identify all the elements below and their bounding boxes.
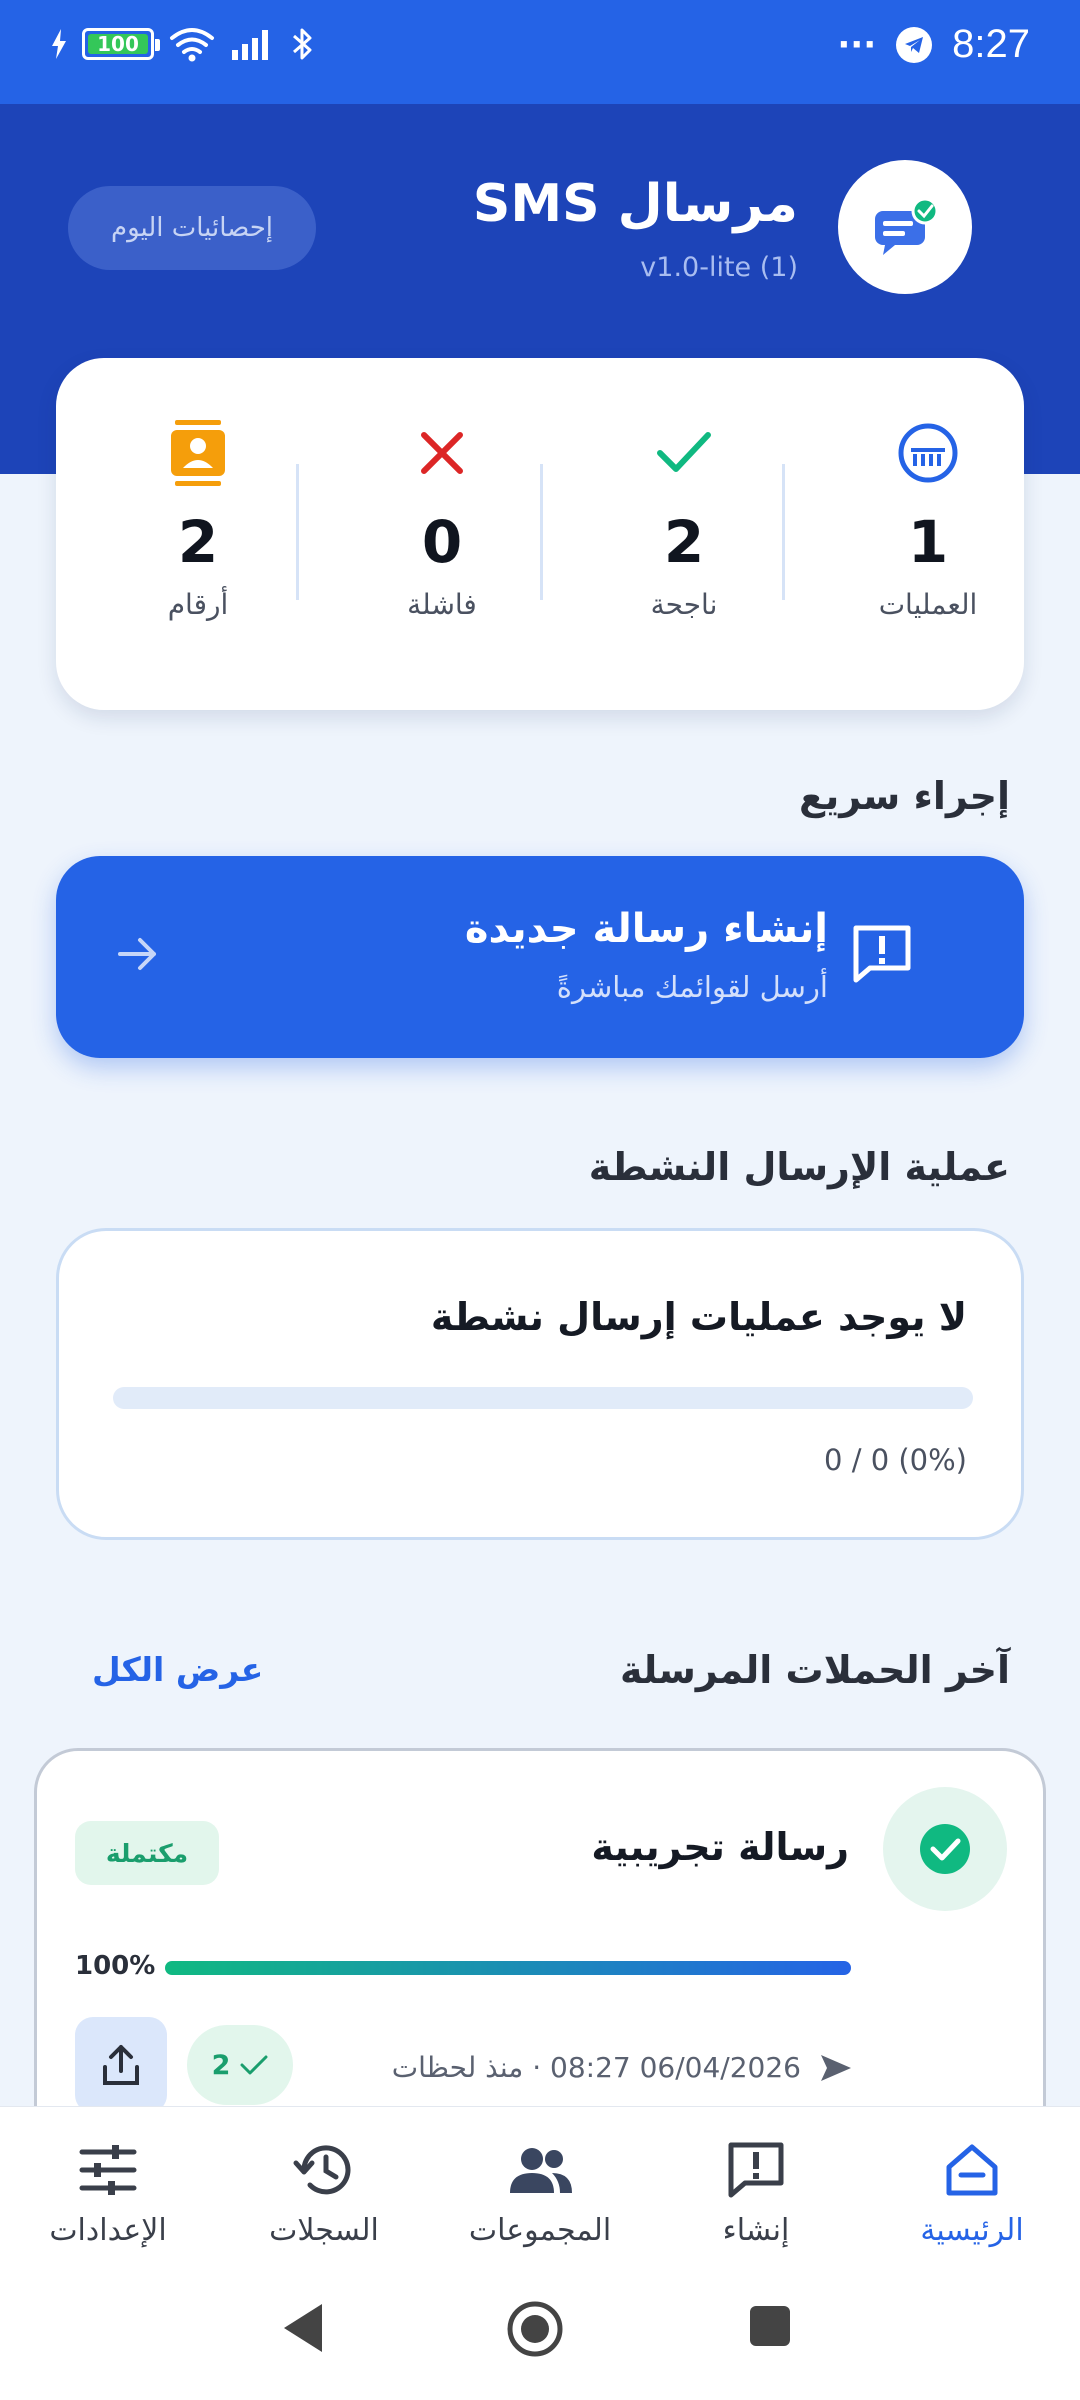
groups-icon [510, 2148, 572, 2193]
app-title: مرسال SMS [472, 174, 798, 234]
check-icon [240, 2055, 268, 2075]
app-version: v1.0-lite (1) [640, 252, 798, 283]
nav-history[interactable]: السجلات [216, 2135, 432, 2248]
campaign-card[interactable]: رسالة تجريبية مكتملة 100% 06/04/2026 08:… [34, 1748, 1046, 2168]
stat-operations: 1 العمليات [828, 418, 1028, 621]
nav-compose[interactable]: إنشاء [648, 2135, 864, 2248]
charging-icon [52, 29, 66, 59]
nav-settings[interactable]: الإعدادات [0, 2135, 216, 2248]
stat-value: 0 [421, 508, 463, 576]
bottom-nav: الرئيسية إنشاء المجموعات السجلات الإعداد… [0, 2106, 1080, 2266]
stat-numbers: 2 أرقام [98, 418, 298, 621]
active-send-progress [113, 1387, 973, 1409]
settings-icon [79, 2145, 137, 2195]
campaign-percent: 100% [75, 1951, 156, 1981]
check-circle-icon [920, 1824, 970, 1874]
view-all-link[interactable]: عرض الكل [92, 1650, 263, 1689]
nav-label: المجموعات [468, 2213, 612, 2248]
chat-check-icon [875, 197, 939, 255]
campaign-progress [165, 1961, 851, 1975]
active-send-card: لا يوجد عمليات إرسال نشطة 0 / 0 (0%) [56, 1228, 1024, 1540]
campaign-status-icon [883, 1787, 1007, 1911]
new-message-card[interactable]: إنشاء رسالة جديدة أرسل لقوائمك مباشرةً [56, 856, 1024, 1058]
status-icons-left: 100 [50, 26, 316, 62]
quick-action-title: إجراء سريع [799, 774, 1010, 818]
nav-label: الإعدادات [49, 2213, 167, 2248]
battery-icon: 100 [82, 28, 160, 60]
operations-icon [898, 423, 958, 483]
recent-campaigns-title: آخر الحملات المرسلة [619, 1648, 1010, 1692]
message-alert-icon [853, 925, 911, 983]
check-icon [657, 432, 711, 472]
status-icons-right: ··· 8:27 [837, 22, 1030, 67]
stat-label: أرقام [167, 588, 229, 621]
sent-count: 2 [211, 2049, 231, 2081]
more-notifications-icon: ··· [837, 24, 877, 65]
back-icon[interactable] [280, 2300, 326, 2356]
active-send-status: لا يوجد عمليات إرسال نشطة [430, 1295, 967, 1339]
stats-card: 1 العمليات 2 ناجحة 0 فاشلة 2 أرقام [56, 358, 1024, 710]
export-button[interactable] [75, 2017, 167, 2113]
send-icon [821, 2054, 851, 2081]
stat-label: فاشلة [407, 588, 477, 621]
system-nav-bar [0, 2266, 1080, 2400]
app-logo [838, 160, 972, 294]
clock: 8:27 [952, 22, 1030, 66]
close-icon [421, 432, 463, 474]
stat-success: 2 ناجحة [584, 418, 784, 621]
new-message-title: إنشاء رسالة جديدة [464, 906, 828, 952]
stat-value: 2 [663, 508, 705, 576]
new-message-subtitle: أرسل لقوائمك مباشرةً [556, 970, 828, 1004]
today-stats-button[interactable]: إحصائيات اليوم [68, 186, 316, 270]
nav-label: الرئيسية [920, 2213, 1024, 2248]
campaign-meta: 06/04/2026 08:27 · منذ لحظات [392, 2051, 853, 2084]
signal-icon [232, 30, 268, 60]
campaign-status-badge: مكتملة [75, 1821, 219, 1885]
wifi-icon [170, 28, 214, 62]
telegram-icon [896, 26, 933, 63]
recents-icon[interactable] [748, 2304, 792, 2348]
bluetooth-icon [293, 28, 312, 60]
contact-icon [171, 420, 225, 486]
arrow-right-icon [118, 938, 156, 970]
stat-label: العمليات [878, 588, 978, 621]
active-send-title: عملية الإرسال النشطة [588, 1145, 1010, 1189]
campaign-sent-count: 2 [187, 2025, 293, 2105]
share-icon [103, 2045, 139, 2085]
stat-label: ناجحة [650, 588, 718, 621]
compose-icon [728, 2142, 784, 2198]
history-icon [293, 2145, 351, 2195]
stat-value: 1 [907, 508, 949, 576]
nav-label: إنشاء [722, 2213, 790, 2248]
nav-label: السجلات [269, 2213, 379, 2248]
stat-failed: 0 فاشلة [342, 418, 542, 621]
nav-home[interactable]: الرئيسية [864, 2135, 1080, 2248]
campaign-date: 06/04/2026 08:27 · منذ لحظات [391, 2051, 801, 2084]
nav-groups[interactable]: المجموعات [432, 2135, 648, 2248]
campaign-name: رسالة تجريبية [591, 1825, 849, 1869]
battery-level: 100 [97, 32, 139, 56]
home-icon [946, 2144, 998, 2196]
active-send-count: 0 / 0 (0%) [824, 1443, 967, 1477]
stat-value: 2 [177, 508, 219, 576]
home-circle-icon[interactable] [506, 2300, 564, 2358]
status-bar: 100 ··· 8:27 [0, 0, 1080, 104]
campaign-progress-fill [165, 1961, 851, 1975]
